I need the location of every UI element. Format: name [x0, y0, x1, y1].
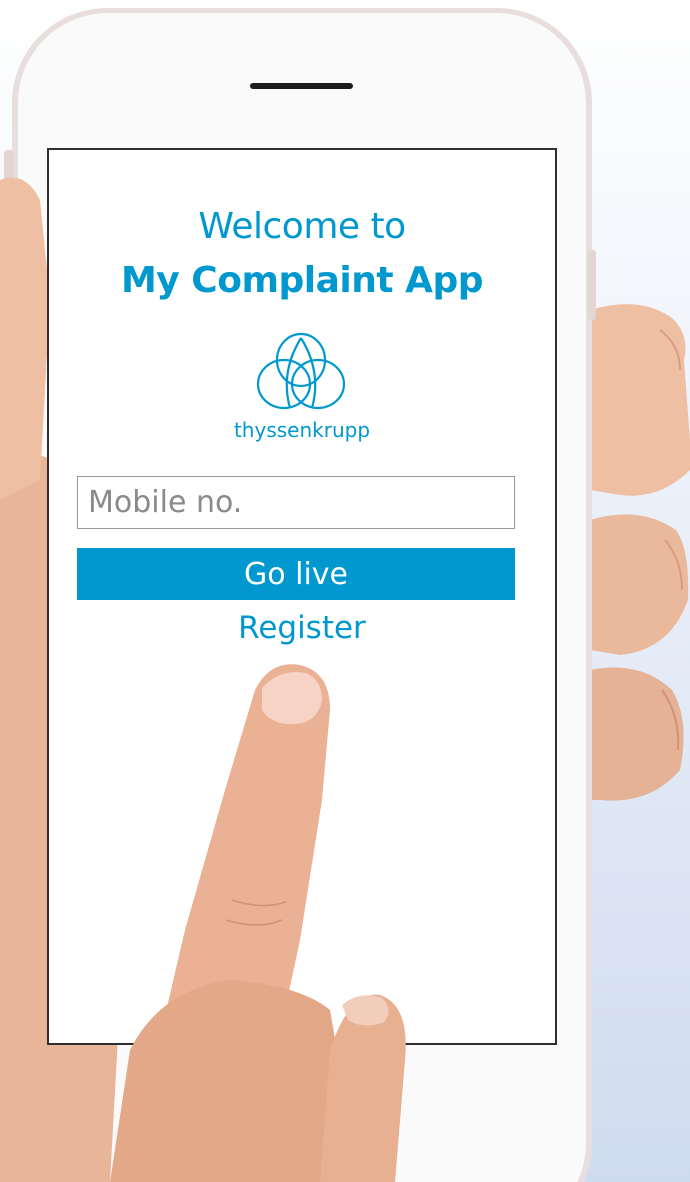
register-link[interactable]: Register [49, 610, 555, 646]
side-button-power [588, 250, 596, 320]
welcome-heading: Welcome to [198, 206, 406, 247]
app-screen: Welcome to My Complaint App thyssenkrupp… [47, 148, 557, 1045]
scene: Welcome to My Complaint App thyssenkrupp… [0, 0, 690, 1182]
right-fingers [590, 304, 690, 801]
brand-name: thyssenkrupp [233, 418, 371, 442]
app-title: My Complaint App [120, 260, 484, 301]
mobile-number-input[interactable] [77, 476, 515, 529]
thyssenkrupp-logo-icon [256, 332, 346, 410]
speaker-slot-icon [250, 83, 353, 89]
go-live-button[interactable]: Go live [77, 548, 515, 600]
